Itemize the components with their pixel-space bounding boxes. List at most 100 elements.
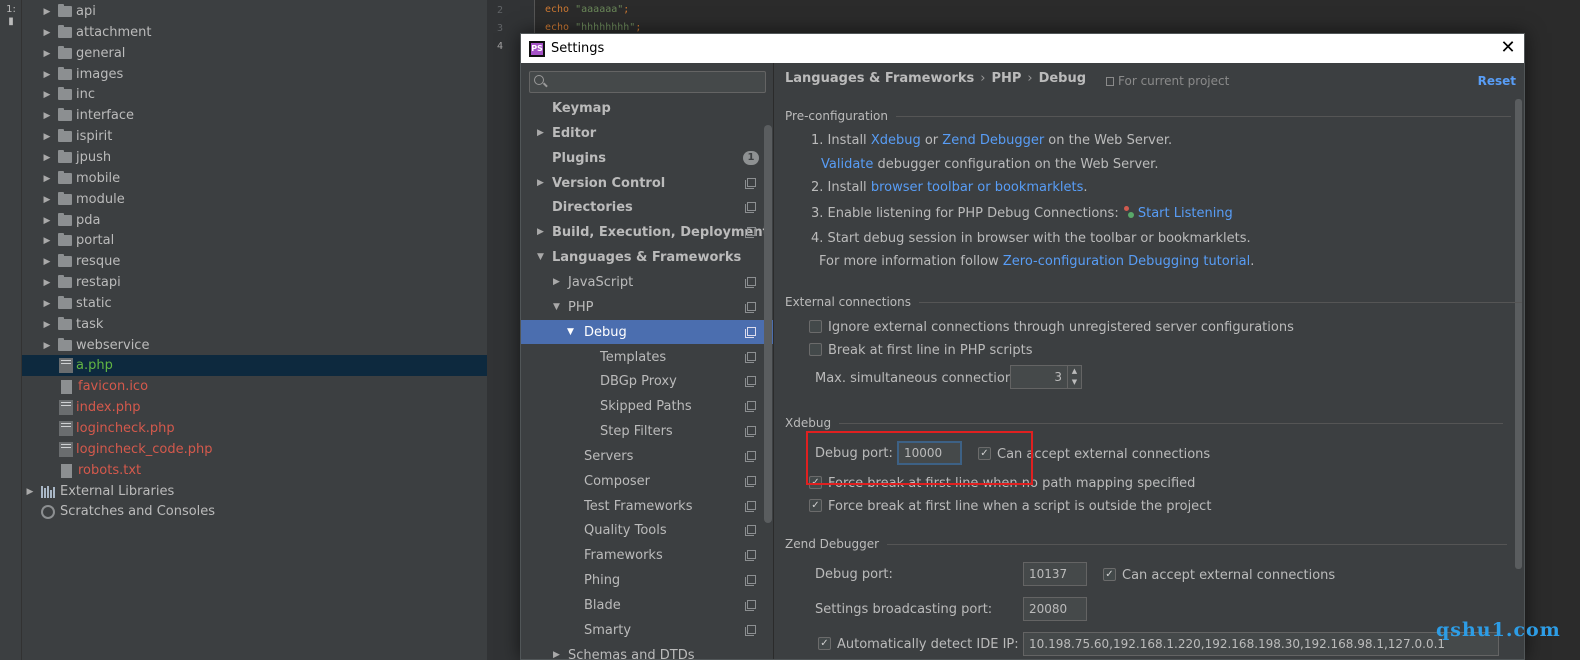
reset-link[interactable]: Reset bbox=[1478, 74, 1516, 88]
expand-arrow-icon[interactable]: ▶ bbox=[42, 7, 52, 17]
nav-item-blade[interactable]: Blade bbox=[521, 593, 773, 617]
expand-arrow-icon[interactable]: ▶ bbox=[42, 174, 52, 184]
dialog-titlebar[interactable]: PS Settings ✕ bbox=[521, 34, 1524, 63]
zero-config-tutorial-link[interactable]: Zero-configuration Debugging tutorial bbox=[1003, 254, 1250, 269]
nav-item-plugins[interactable]: Plugins 1 bbox=[521, 146, 773, 170]
nav-item-frameworks[interactable]: Frameworks bbox=[521, 543, 773, 567]
browser-toolbar-link[interactable]: browser toolbar or bookmarklets bbox=[871, 180, 1084, 195]
xdebug-link[interactable]: Xdebug bbox=[871, 133, 921, 148]
break-first-line-checkbox[interactable] bbox=[809, 343, 822, 356]
validate-link[interactable]: Validate bbox=[821, 157, 873, 172]
nav-item-dbgp-proxy[interactable]: DBGp Proxy bbox=[521, 369, 773, 393]
tree-item-general[interactable]: ▶ general bbox=[22, 43, 487, 64]
nav-item-languages-frameworks[interactable]: ▼ Languages & Frameworks bbox=[521, 245, 773, 269]
expand-arrow-icon[interactable]: ▶ bbox=[42, 195, 52, 205]
zend-port-input[interactable]: 10137 bbox=[1023, 562, 1087, 586]
expand-arrow-icon[interactable]: ▶ bbox=[42, 111, 52, 121]
nav-item-quality-tools[interactable]: Quality Tools bbox=[521, 518, 773, 542]
tree-item-restapi[interactable]: ▶ restapi bbox=[22, 272, 487, 293]
nav-item-skipped-paths[interactable]: Skipped Paths bbox=[521, 394, 773, 418]
start-listening-link[interactable]: Start Listening bbox=[1138, 206, 1233, 221]
max-connections-spinner[interactable]: 3 ▲ ▼ bbox=[1010, 365, 1082, 389]
expand-arrow-icon[interactable]: ▶ bbox=[553, 650, 560, 659]
nav-item-build-execution-deployment[interactable]: ▶ Build, Execution, Deployment bbox=[521, 220, 773, 244]
expand-arrow-icon[interactable]: ▶ bbox=[42, 28, 52, 38]
expand-arrow-icon[interactable]: ▶ bbox=[25, 487, 35, 497]
expand-arrow-icon[interactable]: ▶ bbox=[42, 299, 52, 309]
tree-item-module[interactable]: ▶ module bbox=[22, 189, 487, 210]
expand-arrow-icon[interactable]: ▶ bbox=[42, 320, 52, 330]
tree-item-logincheck-php[interactable]: logincheck.php bbox=[22, 418, 487, 439]
tree-item-robots-txt[interactable]: robots.txt bbox=[22, 460, 487, 481]
tree-item-ispirit[interactable]: ▶ ispirit bbox=[22, 126, 487, 147]
zend-debugger-link[interactable]: Zend Debugger bbox=[942, 133, 1044, 148]
expand-arrow-icon[interactable]: ▶ bbox=[42, 216, 52, 226]
tree-item-logincheck-code-php[interactable]: logincheck_code.php bbox=[22, 439, 487, 460]
nav-item-directories[interactable]: Directories bbox=[521, 195, 773, 219]
expand-arrow-icon[interactable]: ▶ bbox=[42, 257, 52, 267]
tree-item-inc[interactable]: ▶ inc bbox=[22, 84, 487, 105]
tree-item-jpush[interactable]: ▶ jpush bbox=[22, 147, 487, 168]
expand-arrow-icon[interactable]: ▶ bbox=[537, 128, 544, 138]
nav-scrollbar[interactable] bbox=[764, 125, 772, 523]
nav-item-step-filters[interactable]: Step Filters bbox=[521, 419, 773, 443]
xdebug-port-input[interactable]: 10000 bbox=[897, 441, 962, 465]
settings-search-input[interactable] bbox=[529, 71, 766, 93]
tree-item-interface[interactable]: ▶ interface bbox=[22, 105, 487, 126]
expand-arrow-icon[interactable]: ▶ bbox=[42, 153, 52, 163]
expand-arrow-icon[interactable]: ▶ bbox=[537, 178, 544, 188]
nav-item-php[interactable]: ▼ PHP bbox=[521, 295, 773, 319]
expand-arrow-icon[interactable]: ▶ bbox=[42, 49, 52, 59]
expand-arrow-icon[interactable]: ▶ bbox=[42, 341, 52, 351]
zend-accept-external-checkbox[interactable]: ✓ bbox=[1103, 568, 1116, 581]
collapse-arrow-icon[interactable]: ▼ bbox=[537, 252, 544, 262]
code-line[interactable]: echo "aaaaaa"; bbox=[545, 4, 629, 15]
expand-arrow-icon[interactable]: ▶ bbox=[553, 277, 560, 287]
settings-search-field[interactable] bbox=[552, 73, 762, 91]
nav-item-templates[interactable]: Templates bbox=[521, 345, 773, 369]
broadcast-port-input[interactable]: 20080 bbox=[1023, 597, 1087, 621]
tree-item-mobile[interactable]: ▶ mobile bbox=[22, 168, 487, 189]
force-break-outside-checkbox[interactable]: ✓ bbox=[809, 499, 822, 512]
nav-item-version-control[interactable]: ▶ Version Control bbox=[521, 171, 773, 195]
nav-item-test-frameworks[interactable]: Test Frameworks bbox=[521, 494, 773, 518]
project-tool-window-icon[interactable]: 1: ▮ bbox=[4, 4, 18, 30]
spinner-up-icon[interactable]: ▲ bbox=[1068, 366, 1081, 377]
nav-item-smarty[interactable]: Smarty bbox=[521, 618, 773, 642]
tree-item-scratches-and-consoles[interactable]: Scratches and Consoles bbox=[22, 501, 487, 522]
tree-item-api[interactable]: ▶ api bbox=[22, 1, 487, 22]
start-listening-icon[interactable] bbox=[1123, 205, 1135, 219]
code-line[interactable]: echo "hhhhhhhh"; bbox=[545, 22, 641, 33]
expand-arrow-icon[interactable]: ▶ bbox=[42, 278, 52, 288]
nav-item-composer[interactable]: Composer bbox=[521, 469, 773, 493]
xdebug-accept-external-checkbox[interactable]: ✓ bbox=[978, 447, 991, 460]
force-break-no-path-checkbox[interactable]: ✓ bbox=[809, 476, 822, 489]
tree-item-external-libraries[interactable]: ▶ External Libraries bbox=[22, 481, 487, 502]
tree-item-index-php[interactable]: index.php bbox=[22, 397, 487, 418]
close-icon[interactable]: ✕ bbox=[1498, 38, 1518, 58]
tree-item-pda[interactable]: ▶ pda bbox=[22, 210, 487, 231]
ide-ip-input[interactable]: 10.198.75.60,192.168.1.220,192.168.198.3… bbox=[1023, 632, 1499, 656]
nav-item-javascript[interactable]: ▶ JavaScript bbox=[521, 270, 773, 294]
nav-item-schemas-and-dtds[interactable]: ▶ Schemas and DTDs bbox=[521, 643, 773, 660]
tree-item-portal[interactable]: ▶ portal bbox=[22, 230, 487, 251]
tree-item-resque[interactable]: ▶ resque bbox=[22, 251, 487, 272]
tree-item-favicon-ico[interactable]: favicon.ico bbox=[22, 376, 487, 397]
tree-item-images[interactable]: ▶ images bbox=[22, 64, 487, 85]
spinner-down-icon[interactable]: ▼ bbox=[1068, 377, 1081, 388]
expand-arrow-icon[interactable]: ▶ bbox=[42, 70, 52, 80]
tree-item-static[interactable]: ▶ static bbox=[22, 293, 487, 314]
ignore-external-checkbox[interactable] bbox=[809, 320, 822, 333]
tree-item-webservice[interactable]: ▶ webservice bbox=[22, 335, 487, 356]
spinner-buttons[interactable]: ▲ ▼ bbox=[1067, 366, 1081, 388]
collapse-arrow-icon[interactable]: ▼ bbox=[553, 302, 560, 312]
expand-arrow-icon[interactable]: ▶ bbox=[42, 236, 52, 246]
collapse-arrow-icon[interactable]: ▼ bbox=[567, 327, 574, 337]
tree-item-attachment[interactable]: ▶ attachment bbox=[22, 22, 487, 43]
tree-item-task[interactable]: ▶ task bbox=[22, 314, 487, 335]
expand-arrow-icon[interactable]: ▶ bbox=[42, 90, 52, 100]
nav-item-debug[interactable]: ▼ Debug bbox=[521, 320, 773, 344]
nav-item-phing[interactable]: Phing bbox=[521, 568, 773, 592]
tree-item-a-php[interactable]: a.php bbox=[22, 355, 487, 376]
nav-item-editor[interactable]: ▶ Editor bbox=[521, 121, 773, 145]
